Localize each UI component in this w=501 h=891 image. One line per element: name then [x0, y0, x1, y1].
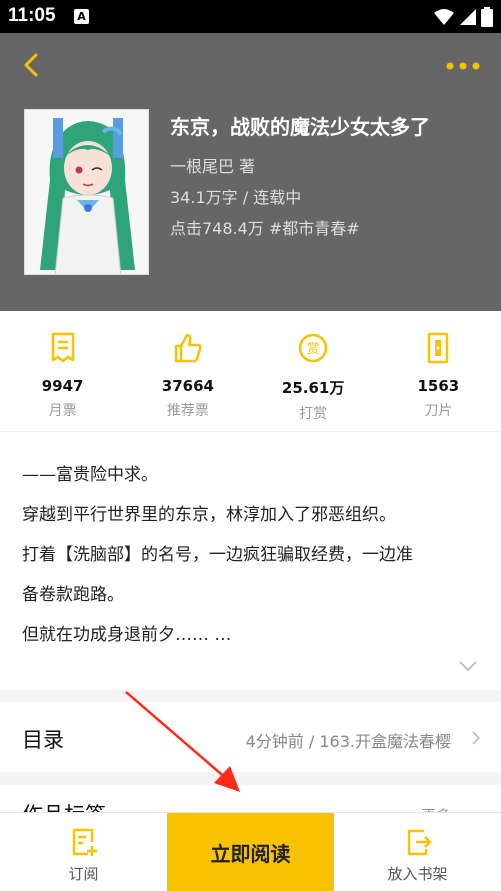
stat-blade[interactable]: 1563 刀片: [376, 311, 501, 431]
stat-value: 1563: [417, 377, 460, 395]
stats-row: 9947 月票 37664 推荐票 赏 25.61万 打赏 1563 刀片: [0, 311, 501, 431]
read-now-button[interactable]: 立即阅读: [167, 813, 334, 891]
stat-label: 推荐票: [166, 403, 209, 419]
synopsis-line: 打着【洗脑部】的名号，一边疯狂骗取经费，一边准: [22, 545, 413, 565]
section-gap: [0, 772, 501, 785]
synopsis[interactable]: ——富贵险中求。 穿越到平行世界里的东京，林淳加入了邪恶组织。 打着【洗脑部】的…: [22, 455, 482, 655]
reward-coin-icon: 赏: [298, 333, 328, 363]
stat-label: 打赏: [299, 406, 328, 422]
book-title: 东京，战败的魔法少女太多了: [170, 115, 430, 139]
add-to-shelf-icon: [407, 829, 432, 856]
add-to-shelf-label: 放入书架: [387, 865, 448, 883]
chevron-right-icon: [472, 731, 481, 745]
status-icons: [433, 6, 493, 28]
stat-value: 25.61万: [281, 379, 345, 397]
add-to-shelf-button[interactable]: 放入书架: [334, 813, 501, 891]
subscribe-label: 订阅: [68, 865, 99, 883]
signal-icon: [460, 9, 476, 25]
cover-illustration: [25, 110, 148, 274]
toc-row[interactable]: 目录 4分钟前 / 163.开盒魔法春樱: [0, 702, 501, 772]
stat-value: 9947: [41, 377, 84, 395]
wifi-icon: [434, 9, 454, 25]
synopsis-line: 但就在功成身退前夕…… …: [22, 625, 232, 645]
divider: [0, 431, 501, 432]
more-icon[interactable]: [445, 61, 481, 71]
book-word-count-status: 34.1万字 / 连载中: [170, 188, 302, 207]
book-cover[interactable]: [24, 109, 149, 275]
stat-monthly-ticket[interactable]: 9947 月票: [0, 311, 125, 431]
synopsis-line: ——富贵险中求。: [22, 465, 158, 485]
battery-icon: [481, 7, 493, 27]
subscribe-icon: [72, 828, 97, 856]
latest-chapter: 4分钟前 / 163.开盒魔法春樱: [245, 732, 451, 751]
section-gap: [0, 690, 501, 702]
blade-icon: [428, 332, 449, 364]
synopsis-line: 备卷款跑路。: [22, 585, 124, 605]
chevron-down-icon[interactable]: [458, 660, 478, 672]
stat-label: 刀片: [424, 403, 453, 419]
stat-recommend-ticket[interactable]: 37664 推荐票: [125, 311, 250, 431]
stat-reward[interactable]: 赏 25.61万 打赏: [251, 311, 376, 431]
synopsis-line: 穿越到平行世界里的东京，林淳加入了邪恶组织。: [22, 505, 396, 525]
stat-label: 月票: [48, 403, 77, 419]
tags-row[interactable]: 作品标签 更多: [0, 785, 501, 815]
toc-label: 目录: [22, 728, 64, 752]
monthly-ticket-icon: [51, 332, 74, 363]
status-time: 11:05: [8, 5, 56, 26]
svg-text:赏: 赏: [307, 342, 320, 357]
stat-value: 37664: [161, 377, 214, 395]
book-author[interactable]: 一根尾巴 著: [170, 153, 255, 177]
book-header: 东京，战败的魔法少女太多了 一根尾巴 著 34.1万字 / 连载中 点击748.…: [0, 33, 501, 311]
book-clicks-category: 点击748.4万 #都市青春#: [170, 219, 360, 238]
notification-icon: A: [74, 9, 89, 24]
back-icon[interactable]: [18, 51, 46, 79]
thumbs-up-icon: [174, 333, 202, 363]
subscribe-button[interactable]: 订阅: [0, 813, 167, 891]
bottom-action-bar: 订阅 立即阅读 放入书架: [0, 812, 501, 891]
status-bar: 11:05 A: [0, 0, 501, 33]
